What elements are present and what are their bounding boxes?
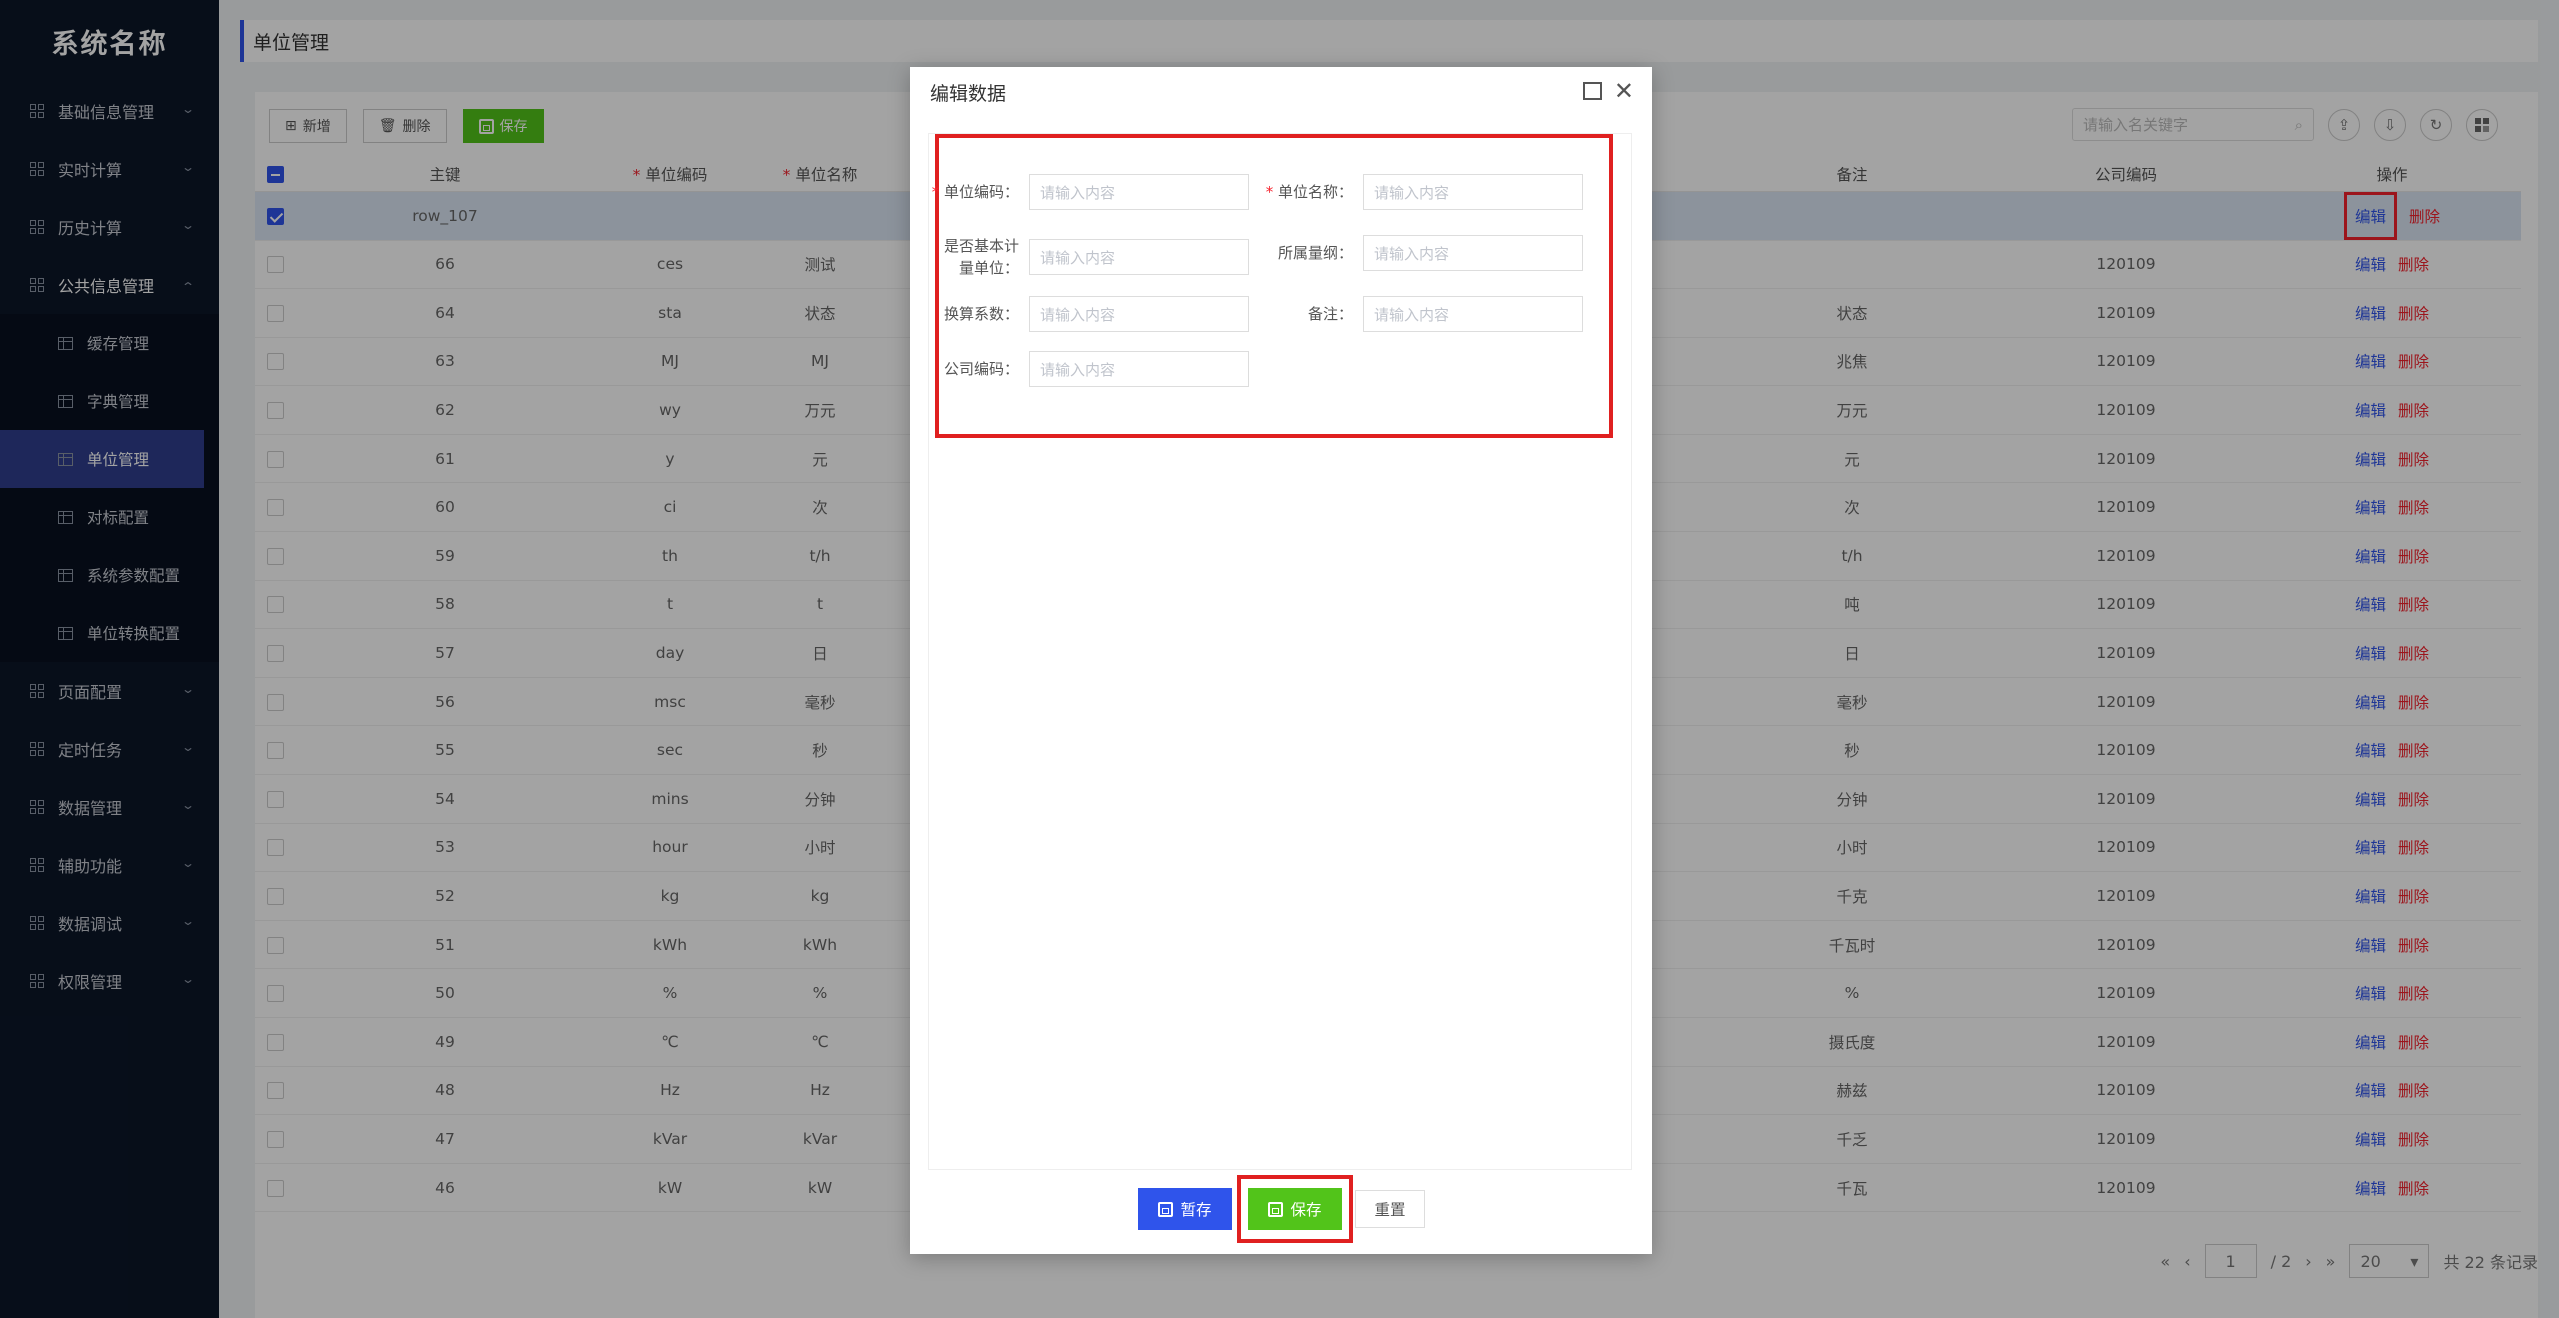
dialog-footer: 暂存 保存 重置 [910, 1170, 1652, 1254]
dialog-body: * 单位编码： 请输入内容 * 单位名称： 请输入内容 是否基本计量单位： 请输… [928, 133, 1632, 1170]
dialog-save-label: 保存 [1290, 1201, 1322, 1219]
edit-dialog: 编辑数据 ✕ * 单位编码： 请输入内容 * 单位名称： 请输入内容 是否基本计… [910, 67, 1652, 1254]
save-icon [1158, 1201, 1174, 1217]
remark-input[interactable]: 请输入内容 [1363, 296, 1583, 332]
label-company: 公司编码： [943, 360, 1019, 378]
label-text: 是否基本计 [943, 237, 1019, 255]
dialog-controls: ✕ [1582, 79, 1634, 103]
reset-button[interactable]: 重置 [1355, 1190, 1425, 1228]
required-mark: * [931, 183, 944, 201]
row-remark: 备注： 请输入内容 [1263, 296, 1583, 332]
row-factor: 换算系数： 请输入内容 [929, 296, 1249, 332]
required-mark: * [1265, 183, 1278, 201]
temp-save-label: 暂存 [1180, 1201, 1212, 1219]
row-unit-name: * 单位名称： 请输入内容 [1263, 174, 1583, 210]
save-icon [1268, 1201, 1284, 1217]
dimension-input[interactable]: 请输入内容 [1363, 235, 1583, 271]
company-input[interactable]: 请输入内容 [1029, 351, 1249, 387]
label-unit-name: * 单位名称： [1263, 181, 1363, 203]
unit-name-input[interactable]: 请输入内容 [1363, 174, 1583, 210]
label-factor: 换算系数： [943, 305, 1019, 323]
label-text: 量单位： [958, 259, 1019, 277]
label-unit-code: * 单位编码： [929, 181, 1029, 203]
close-icon[interactable]: ✕ [1614, 79, 1634, 103]
dialog-save-button[interactable]: 保存 [1248, 1188, 1342, 1230]
factor-input[interactable]: 请输入内容 [1029, 296, 1249, 332]
dialog-title: 编辑数据 [930, 82, 1007, 105]
maximize-icon[interactable] [1582, 82, 1602, 100]
label-text: 单位名称： [1277, 183, 1353, 201]
label-dimension: 所属量纲： [1277, 244, 1353, 262]
label-remark: 备注： [1307, 305, 1353, 323]
row-is-base: 是否基本计量单位： 请输入内容 [929, 235, 1249, 279]
row-dimension: 所属量纲： 请输入内容 [1263, 235, 1583, 271]
dialog-header: 编辑数据 ✕ [910, 67, 1652, 117]
temp-save-button[interactable]: 暂存 [1138, 1188, 1232, 1230]
unit-code-input[interactable]: 请输入内容 [1029, 174, 1249, 210]
label-text: 单位编码： [943, 183, 1019, 201]
row-company: 公司编码： 请输入内容 [929, 351, 1249, 387]
is-base-input[interactable]: 请输入内容 [1029, 239, 1249, 275]
label-is-base: 是否基本计量单位： [929, 235, 1029, 279]
row-unit-code: * 单位编码： 请输入内容 [929, 174, 1249, 210]
